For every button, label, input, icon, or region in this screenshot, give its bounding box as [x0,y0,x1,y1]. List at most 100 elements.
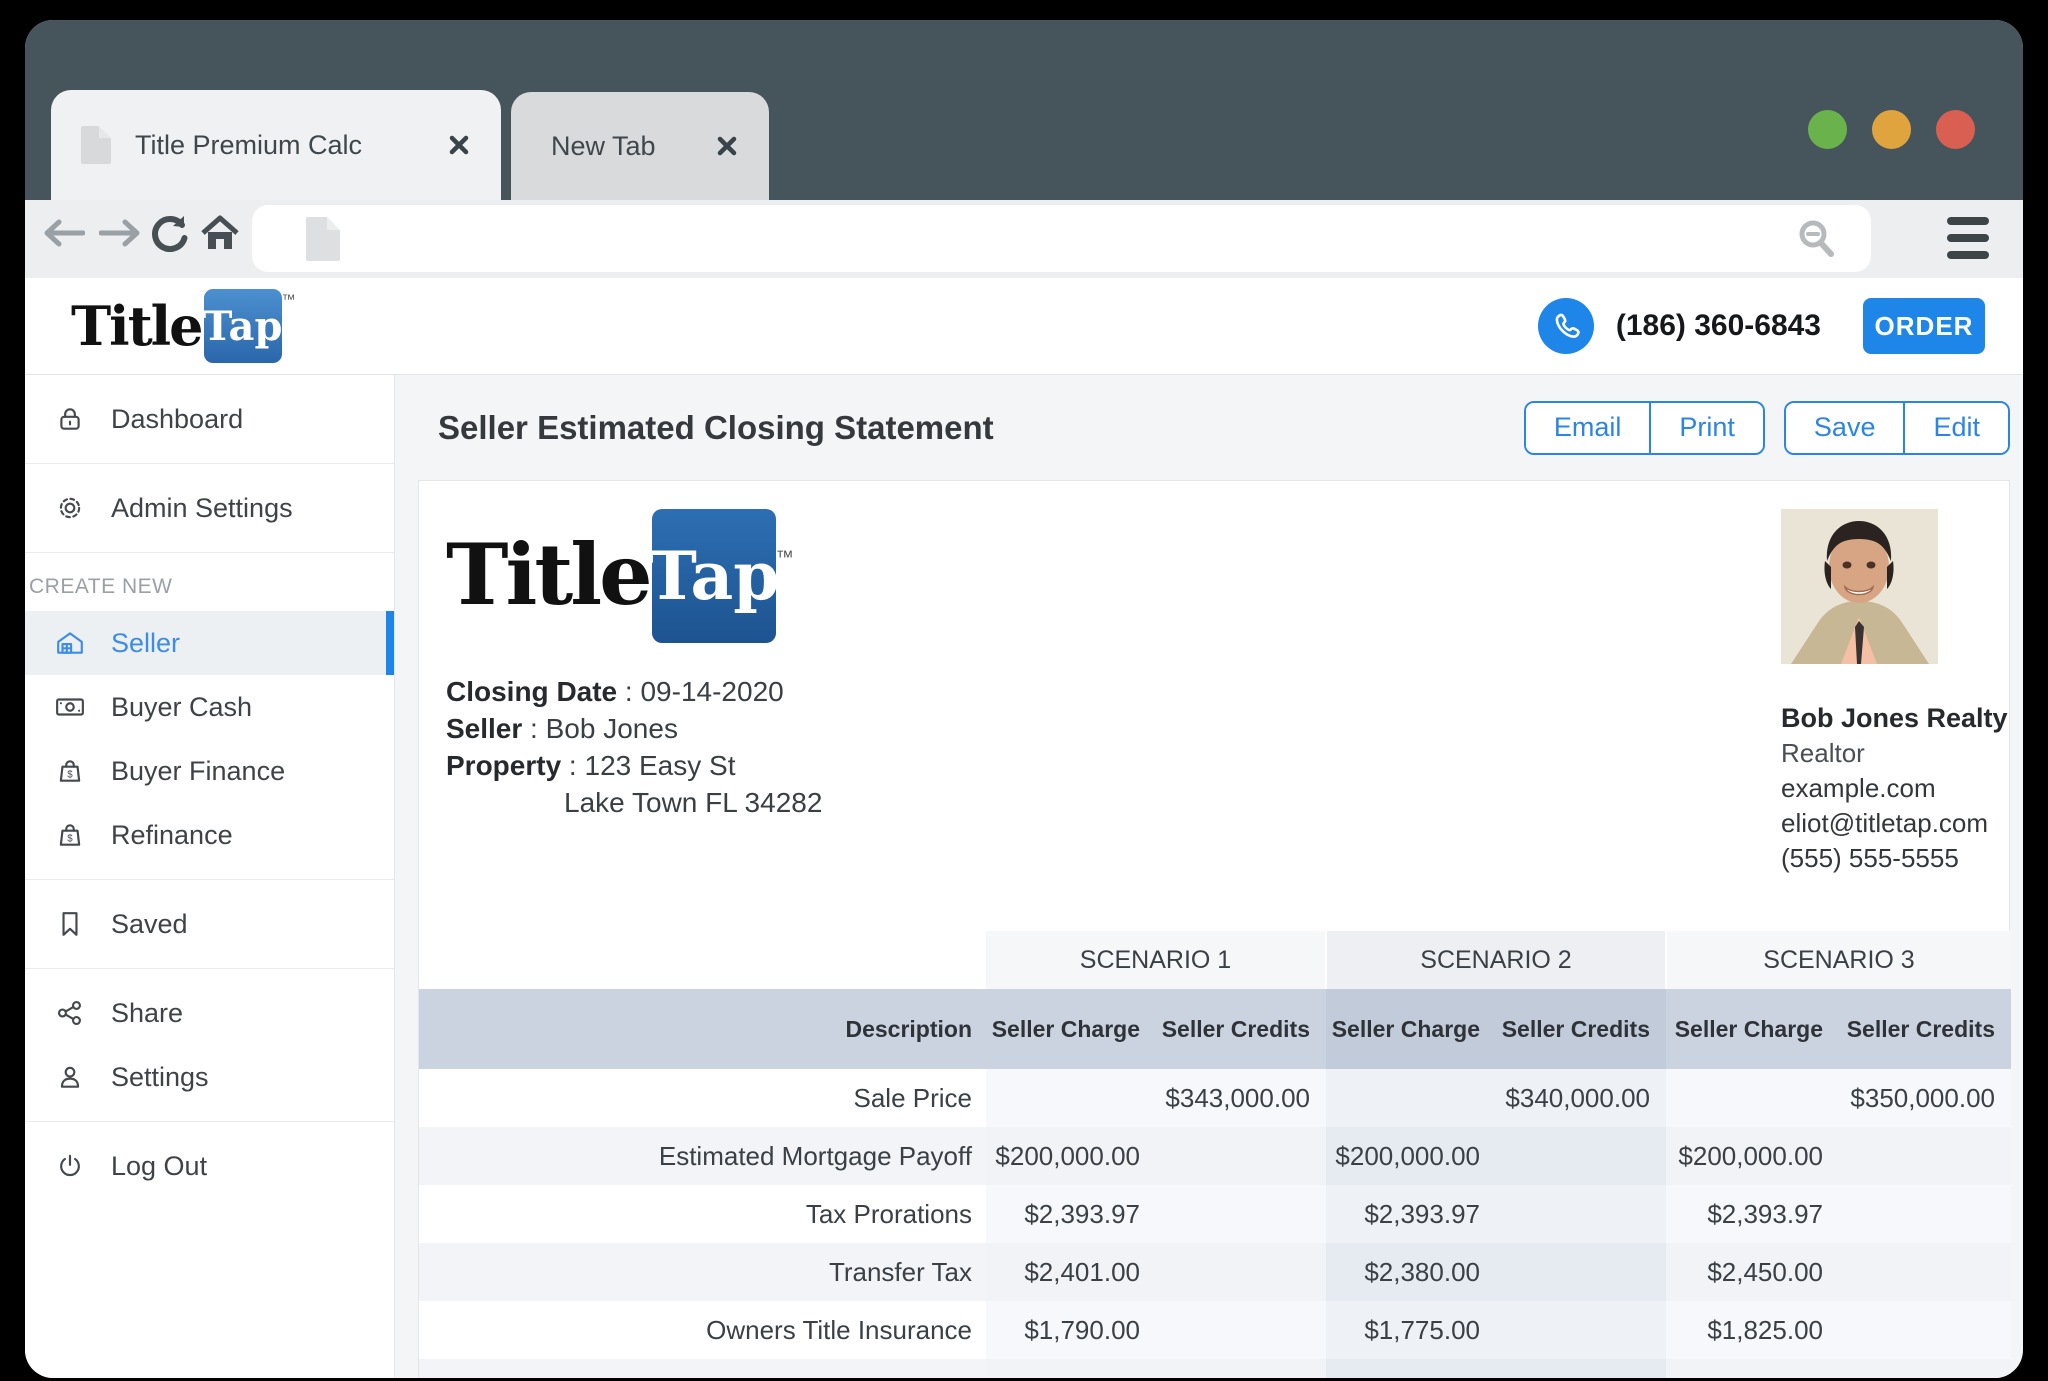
row-value [986,1069,1156,1127]
tab-label: New Tab [551,131,701,162]
bag-icon: $ [55,757,85,785]
realtor-name: Bob Jones Realty [1781,700,2023,736]
window-control-green[interactable] [1808,110,1847,149]
gear-icon [55,494,85,522]
statement-titletap-logo: Title Tap ™ [446,509,794,643]
row-value [1496,1127,1666,1185]
phone-icon [1538,298,1594,354]
hamburger-icon[interactable] [1947,216,1989,260]
row-value [1839,1301,2011,1359]
row-value [1496,1243,1666,1301]
scenario-header-row: SCENARIO 1SCENARIO 2SCENARIO 3 [419,931,2011,989]
order-button[interactable]: ORDER [1863,298,1985,354]
sidebar-item-refinance[interactable]: $Refinance [25,803,394,867]
tab-new-tab[interactable]: New Tab [511,92,769,200]
logo-trademark: ™ [282,291,296,307]
refresh-icon[interactable] [147,210,193,256]
row-value [1326,1359,1496,1378]
close-icon[interactable] [715,134,739,158]
sidebar-item-share[interactable]: Share [25,981,394,1045]
sidebar-item-buyer-finance[interactable]: $Buyer Finance [25,739,394,803]
closing-statement-card: Title Tap ™ Closing Date : 09-14-2020Sel… [418,480,2010,1378]
titletap-logo[interactable]: Title Tap ™ [71,289,296,363]
realtor-headshot-photo [1781,509,1938,664]
sidebar-item-seller[interactable]: Seller [25,611,394,675]
browser-chrome: Title Premium Calc New Tab [25,20,2023,200]
header-phone-link[interactable]: (186) 360-6843 [1538,298,1821,354]
back-icon[interactable] [41,210,87,256]
house-icon [55,629,85,657]
logo-trademark: ™ [776,547,794,568]
print-button[interactable]: Print [1649,403,1763,453]
site-header: Title Tap ™ (186) 360-6843 ORDER [25,278,2023,375]
home-icon[interactable] [197,210,243,256]
row-description: Owners Title Insurance [419,1301,986,1359]
window-control-orange[interactable] [1872,110,1911,149]
search-icon[interactable] [1795,217,1837,259]
person-icon [55,1063,85,1091]
table-row: Owners Title Insurance$1,790.00 $1,775.00… [419,1301,2011,1359]
table-row: Tax Prorations$2,393.97$2,393.97$2,393.9… [419,1185,2011,1243]
table-row: Sale Price$343,000.00$340,000.00$350,000… [419,1069,2011,1127]
window-controls [1808,110,1975,149]
table-row: Transfer Tax$2,401.00$2,380.00$2,450.00 [419,1243,2011,1301]
row-value [1496,1185,1666,1243]
row-value: $350,000.00 [1839,1069,2011,1127]
row-value [986,1359,1156,1378]
window-control-red[interactable] [1936,110,1975,149]
email-button[interactable]: Email [1526,403,1650,453]
table-row [419,1359,2011,1378]
row-value [1666,1069,1839,1127]
tab-strip: Title Premium Calc New Tab [51,90,769,200]
sidebar-divider [25,879,394,880]
statement-field: Closing Date : 09-14-2020 [446,673,822,710]
row-value [1326,1069,1496,1127]
sidebar-divider [25,552,394,553]
sidebar-item-admin-settings[interactable]: Admin Settings [25,476,394,540]
sidebar-item-label: Settings [111,1062,209,1093]
sidebar-item-label: Admin Settings [111,493,293,524]
tab-title-premium-calc[interactable]: Title Premium Calc [51,90,501,200]
statement-field: Lake Town FL 34282 [446,784,822,821]
scenario-header: SCENARIO 3 [1666,931,2011,989]
share-icon [55,999,85,1027]
edit-button[interactable]: Edit [1903,403,2008,453]
sidebar-item-label: Log Out [111,1151,207,1182]
sidebar-item-log-out[interactable]: Log Out [25,1134,394,1198]
sidebar-item-saved[interactable]: Saved [25,892,394,956]
row-value [1839,1127,2011,1185]
logo-tap-box: Tap [652,509,776,643]
row-value [1839,1359,2011,1378]
row-value [1496,1301,1666,1359]
forward-icon[interactable] [97,210,143,256]
url-bar[interactable] [252,205,1871,272]
logo-tap-box: Tap [204,289,282,363]
action-button-group: EmailPrint [1524,401,1765,455]
row-value: $200,000.00 [986,1127,1156,1185]
lock-icon [55,405,85,433]
sidebar-item-dashboard[interactable]: Dashboard [25,387,394,451]
page-title: Seller Estimated Closing Statement [438,409,994,447]
save-button[interactable]: Save [1786,403,1904,453]
tab-label: Title Premium Calc [135,130,433,161]
row-value [1156,1185,1326,1243]
bag-icon: $ [55,821,85,849]
row-value [1839,1185,2011,1243]
svg-text:$: $ [67,833,73,844]
row-value: $1,775.00 [1326,1301,1496,1359]
realtor-block: Bob Jones Realty Realtor example.com eli… [1781,509,2023,876]
sidebar-section-label: CREATE NEW [25,565,394,611]
sidebar-item-label: Saved [111,909,188,940]
header-phone-number: (186) 360-6843 [1616,309,1821,343]
sidebar-item-buyer-cash[interactable]: Buyer Cash [25,675,394,739]
column-header: Description [419,989,986,1069]
scenario-header: SCENARIO 2 [1326,931,1666,989]
sidebar-item-label: Buyer Cash [111,692,252,723]
close-icon[interactable] [447,133,471,157]
table-row: Estimated Mortgage Payoff$200,000.00$200… [419,1127,2011,1185]
row-value: $1,790.00 [986,1301,1156,1359]
sidebar-item-settings[interactable]: Settings [25,1045,394,1109]
row-value [1156,1359,1326,1378]
row-value [1839,1243,2011,1301]
column-header-row: DescriptionSeller ChargeSeller CreditsSe… [419,989,2011,1069]
